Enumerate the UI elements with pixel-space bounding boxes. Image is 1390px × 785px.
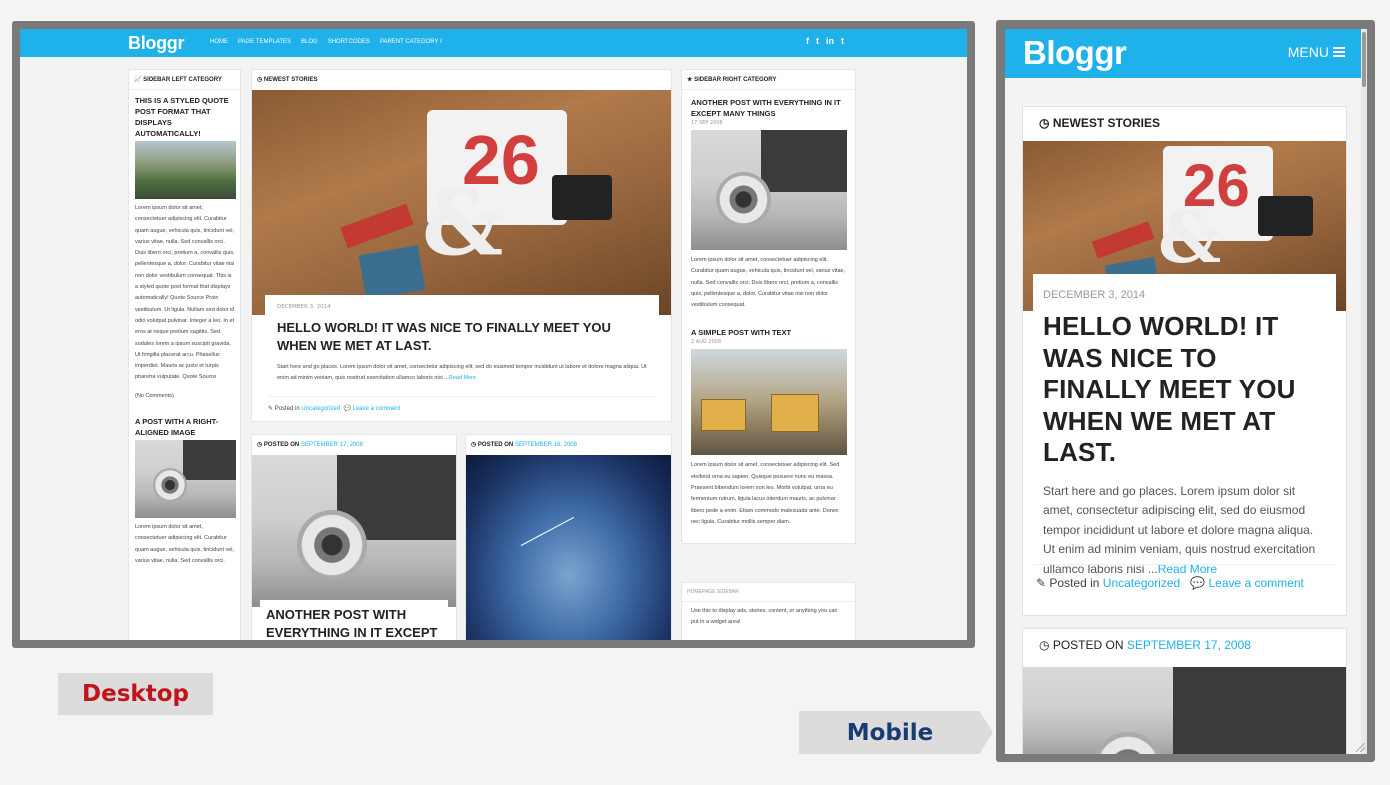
leave-comment-link[interactable]: Leave a comment xyxy=(353,406,401,412)
clock-icon: ◷ xyxy=(1039,638,1050,652)
newest-stories-card: ◷ NEWEST STORIES 26 & DECEMBER 3, 2014 H… xyxy=(251,69,672,422)
desktop-main-menu: HOME PAGE TEMPLATES BLOG SHORTCODES PARE… xyxy=(210,39,442,45)
chart-icon: 📈 xyxy=(134,77,142,83)
left-post2-title[interactable]: A POST WITH A RIGHT-ALIGNED IMAGE xyxy=(135,416,235,438)
hamburger-icon xyxy=(1333,47,1345,57)
right-post2-title[interactable]: A SIMPLE POST WITH TEXT xyxy=(691,327,847,338)
read-more-link[interactable]: Read More xyxy=(449,375,476,381)
nav-shortcodes[interactable]: SHORTCODES xyxy=(328,39,370,45)
homepage-sidebar-header: HOMEPAGE SIDEBAR xyxy=(682,583,855,602)
mobile-newest-card: ◷ NEWEST STORIES 26 & DECEMBER 3, 2014 H… xyxy=(1022,106,1347,616)
right-sidebar-header: ★ SIDEBAR RIGHT CATEGORY xyxy=(682,70,855,90)
clock-icon: ◷ xyxy=(471,442,477,448)
starry-sky-image[interactable] xyxy=(466,455,671,640)
clock-icon: ◷ xyxy=(257,442,263,448)
desktop-navbar: Bloggr HOME PAGE TEMPLATES BLOG SHORTCOD… xyxy=(20,29,967,57)
mobile-speaker-image[interactable] xyxy=(1023,667,1346,754)
featured-post-date: DECEMBER 3, 2014 xyxy=(277,304,331,310)
featured-post-excerpt: Start here and go places. Lorem ipsum do… xyxy=(277,364,647,381)
mobile-newest-header: ◷ NEWEST STORIES xyxy=(1039,116,1160,130)
desktop-preview-frame: Bloggr HOME PAGE TEMPLATES BLOG SHORTCOD… xyxy=(12,21,975,648)
mobile-scrollbar[interactable] xyxy=(1361,29,1367,754)
tumblr-icon[interactable]: t xyxy=(841,36,844,46)
left-post1-comments[interactable]: (No Comments) xyxy=(135,391,235,402)
nav-page-templates[interactable]: PAGE TEMPLATES xyxy=(238,39,291,45)
right-speaker-image[interactable] xyxy=(691,130,847,250)
linkedin-icon[interactable]: in xyxy=(826,36,834,46)
star-icon: ★ xyxy=(687,77,693,83)
card3-header: ◷ POSTED ON SEPTEMBER 16, 2008 xyxy=(471,442,577,448)
mobile-preview-frame: Bloggr MENU ◷ NEWEST STORIES 26 & DECEMB… xyxy=(996,20,1375,762)
resize-handle-icon[interactable] xyxy=(1356,743,1365,752)
category-link[interactable]: Uncategorized xyxy=(301,406,340,412)
featured-post-title[interactable]: HELLO WORLD! IT WAS NICE TO FINALLY MEET… xyxy=(277,319,647,355)
post-card-speaker: ◷ POSTED ON SEPTEMBER 17, 2008 ANOTHER P… xyxy=(251,434,457,640)
clock-icon: ◷ xyxy=(257,77,263,83)
mobile-post-meta: ✎ Posted in Uncategorized 💬 Leave a comm… xyxy=(1033,564,1336,590)
right-sidebar: ★ SIDEBAR RIGHT CATEGORY ANOTHER POST WI… xyxy=(681,69,856,544)
post-card-sky: ◷ POSTED ON SEPTEMBER 16, 2008 xyxy=(465,434,672,640)
left-post1-text: Lorem ipsum dolor sit amet, consectetuer… xyxy=(135,205,235,381)
mobile-menu-button[interactable]: MENU xyxy=(1288,44,1345,60)
mobile-post-card-2: ◷ POSTED ON SEPTEMBER 17, 2008 xyxy=(1022,628,1347,754)
social-links: f t in t xyxy=(806,36,844,46)
scrollbar-thumb[interactable] xyxy=(1362,32,1366,87)
facebook-icon[interactable]: f xyxy=(806,36,809,46)
comment-icon: 💬 xyxy=(343,406,351,412)
mobile-logo[interactable]: Bloggr xyxy=(1023,34,1127,72)
right-post2-date: 2 AUG 2008 xyxy=(691,339,722,346)
pencil-icon: ✎ xyxy=(268,406,274,412)
nav-blog[interactable]: BLOG xyxy=(301,39,318,45)
nav-home[interactable]: HOME xyxy=(210,39,228,45)
newest-stories-header: ◷ NEWEST STORIES xyxy=(257,77,318,83)
card2-header: ◷ POSTED ON SEPTEMBER 17, 2008 xyxy=(257,442,363,448)
card2-speaker-image[interactable] xyxy=(252,455,456,607)
clock-icon: ◷ xyxy=(1039,116,1050,130)
featured-post-meta: ✎ Posted in Uncategorized 💬 Leave a comm… xyxy=(268,396,656,412)
mobile-label: Mobile xyxy=(799,711,993,754)
homepage-sidebar: HOMEPAGE SIDEBAR Use this to display ads… xyxy=(681,582,856,640)
mobile-category-link[interactable]: Uncategorized xyxy=(1103,576,1180,590)
speaker-image[interactable] xyxy=(135,440,236,519)
desktop-label: Desktop xyxy=(58,673,213,715)
right-post2-text: Lorem ipsum dolor sit amet, consectetuer… xyxy=(691,462,840,525)
twitter-icon[interactable]: t xyxy=(816,36,819,46)
desktop-logo[interactable]: Bloggr xyxy=(128,33,185,54)
left-post1-title[interactable]: THIS IS A STYLED QUOTE POST FORMAT THAT … xyxy=(135,95,235,139)
left-sidebar-header: 📈 SIDEBAR LEFT CATEGORY xyxy=(129,70,240,90)
card2-title[interactable]: ANOTHER POST WITH EVERYTHING IN IT EXCEP… xyxy=(266,606,442,640)
nav-parent-category[interactable]: PARENT CATEGORY I xyxy=(380,39,442,45)
mobile-leave-comment-link[interactable]: Leave a comment xyxy=(1209,576,1304,590)
left-sidebar: 📈 SIDEBAR LEFT CATEGORY THIS IS A STYLED… xyxy=(128,69,241,640)
tram-image[interactable] xyxy=(691,349,847,456)
mobile-post-date: DECEMBER 3, 2014 xyxy=(1043,289,1146,301)
left-post2-text: Lorem ipsum dolor sit amet, consectetuer… xyxy=(135,524,235,564)
mobile-card2-header: ◷ POSTED ON SEPTEMBER 17, 2008 xyxy=(1039,638,1251,652)
city-street-image[interactable] xyxy=(135,141,236,199)
desktop-screen: Bloggr HOME PAGE TEMPLATES BLOG SHORTCOD… xyxy=(20,29,967,640)
right-post1-date: 17 SEP 2008 xyxy=(691,120,723,126)
homepage-sidebar-text: Use this to display ads, stories, conten… xyxy=(691,608,838,625)
mobile-post-title[interactable]: HELLO WORLD! IT WAS NICE TO FINALLY MEET… xyxy=(1043,311,1326,469)
featured-desk-image[interactable]: 26 & xyxy=(252,90,671,315)
mobile-screen: Bloggr MENU ◷ NEWEST STORIES 26 & DECEMB… xyxy=(1005,29,1367,754)
mobile-navbar: Bloggr MENU xyxy=(1005,29,1367,78)
right-post1-title[interactable]: ANOTHER POST WITH EVERYTHING IN IT EXCEP… xyxy=(691,97,847,119)
right-post1-text: Lorem ipsum dolor sit amet, consectetuer… xyxy=(691,257,846,309)
pencil-icon: ✎ xyxy=(1036,576,1047,590)
comment-icon: 💬 xyxy=(1190,576,1206,590)
